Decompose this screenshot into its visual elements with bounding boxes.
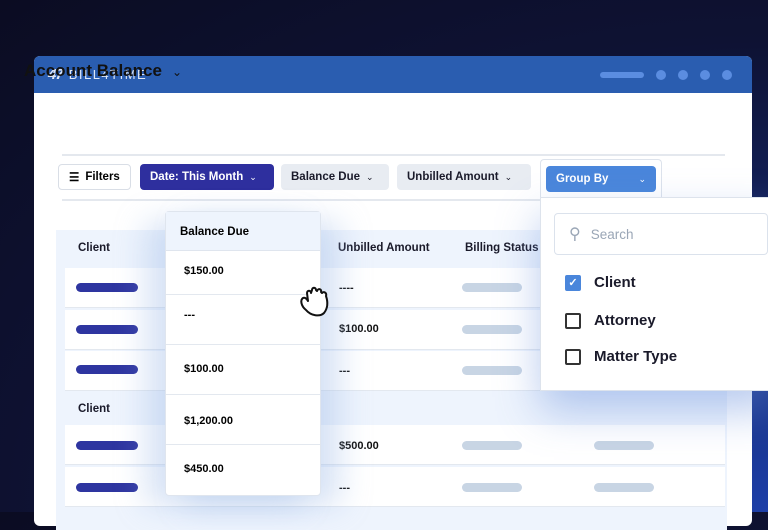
checkbox-icon[interactable] [565,312,581,329]
grab-hand-cursor-icon [300,286,329,317]
balance-cell: $100.00 [166,345,320,395]
filters-button[interactable]: ☰ Filters [58,164,131,190]
balance-cell: $1,200.00 [166,395,320,445]
control-dot-icon[interactable] [700,70,710,80]
balance-due-filter-button[interactable]: Balance Due ⌄ [281,164,389,190]
status-placeholder [594,441,654,450]
control-dot-icon[interactable] [722,70,732,80]
column-header-billing-status[interactable]: Billing Status [465,242,540,254]
balance-due-header[interactable]: Balance Due [166,212,320,251]
window-controls [600,70,732,80]
unbilled-cell: --- [339,482,350,494]
page-title-text: Account Balance [24,61,162,80]
balance-cell: $150.00 [166,251,320,295]
page-title[interactable]: Account Balance ⌄ [24,61,182,81]
billing-status-placeholder [462,325,522,334]
checkbox-checked-icon[interactable]: ✓ [565,274,581,291]
billing-status-placeholder [462,366,522,375]
unbilled-cell: $100.00 [339,323,379,335]
group-by-dropdown: ⚲ Search ✓ Client Attorney Matter Type [540,197,768,391]
control-dot-icon[interactable] [656,70,666,80]
balance-cell: $450.00 [184,463,224,475]
group-option-attorney[interactable]: Attorney [565,312,656,329]
option-label: Client [594,274,636,291]
option-label: Attorney [594,312,656,329]
group-by-search-input[interactable]: ⚲ Search [554,213,768,255]
date-filter-button[interactable]: Date: This Month ⌄ [140,164,274,190]
chevron-down-icon: ⌄ [249,171,257,182]
chevron-down-icon: ⌄ [504,171,513,182]
balance-due-filter-label: Balance Due [291,171,361,183]
group-by-label: Group By [556,173,609,185]
sliders-icon: ☰ [69,172,80,184]
billing-status-placeholder [462,483,522,492]
chevron-down-icon: ⌄ [171,65,182,79]
chevron-down-icon: ⌄ [366,171,374,182]
group-by-button[interactable]: Group By ⌄ [546,166,656,192]
group-option-client[interactable]: ✓ Client [565,274,636,291]
column-header-client[interactable]: Client [78,242,110,254]
unbilled-filter-button[interactable]: Unbilled Amount ⌄ [397,164,531,190]
control-dot-icon[interactable] [678,70,688,80]
checkbox-icon[interactable] [565,348,581,365]
client-name-placeholder [76,365,138,374]
billing-status-placeholder [462,441,522,450]
group-option-matter-type[interactable]: Matter Type [565,348,677,365]
filters-label: Filters [85,171,120,183]
unbilled-cell: --- [339,365,350,377]
search-icon: ⚲ [569,226,581,243]
client-name-placeholder [76,483,138,492]
column-header-unbilled[interactable]: Unbilled Amount [338,242,430,254]
balance-due-column-card[interactable]: Balance Due $150.00 --- $100.00 $1,200.0… [165,211,321,496]
chevron-down-icon: ⌄ [638,173,646,184]
client-name-placeholder [76,441,138,450]
divider [62,199,540,201]
group-label: Client [78,403,110,415]
option-label: Matter Type [594,348,678,365]
date-filter-label: Date: This Month [150,171,244,183]
status-placeholder [594,483,654,492]
divider [62,154,725,156]
unbilled-cell: $500.00 [339,440,379,452]
billing-status-placeholder [462,283,522,292]
menu-bar-icon[interactable] [600,72,644,78]
unbilled-cell: ---- [339,282,354,294]
unbilled-filter-label: Unbilled Amount [407,171,499,183]
balance-cell: --- [166,295,320,345]
search-placeholder: Search [590,226,634,242]
client-name-placeholder [76,325,138,334]
client-name-placeholder [76,283,138,292]
